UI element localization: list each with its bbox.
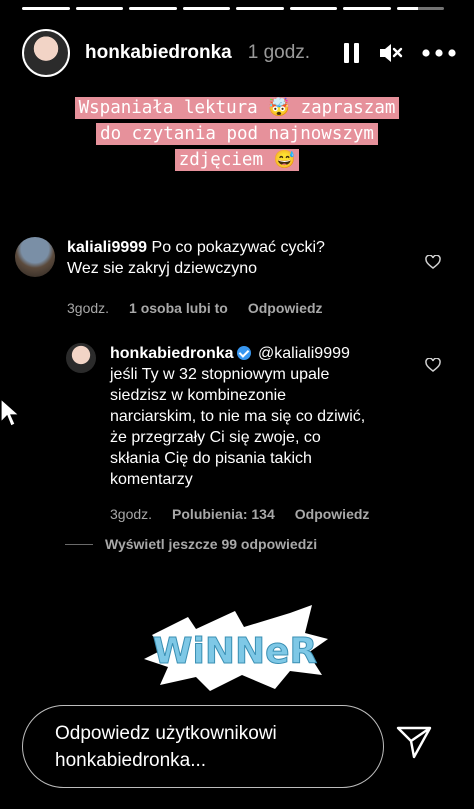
progress-segment-current [396, 7, 444, 10]
reply-placeholder: Odpowiedz użytkownikowi [55, 723, 277, 744]
view-more-replies[interactable]: Wyświetl jeszcze 99 odpowiedzi [65, 536, 317, 552]
avatar[interactable] [22, 29, 70, 77]
reply-comment: honkabiedronka @kaliali9999 jeśli Ty w 3… [66, 343, 369, 525]
mute-icon[interactable] [378, 42, 404, 64]
comment-likes[interactable]: 1 osoba lubi to [129, 298, 228, 319]
reply-mention[interactable]: @kaliali9999 [258, 345, 350, 362]
progress-segment [343, 7, 391, 10]
progress-segment [236, 7, 284, 10]
comment-meta: 3godz. 1 osoba lubi to Odpowiedz [67, 298, 325, 319]
reply-reply-button[interactable]: Odpowiedz [295, 504, 370, 525]
reply-likes[interactable]: Polubienia: 134 [172, 504, 275, 525]
progress-segment [182, 7, 230, 10]
header-controls [344, 42, 456, 64]
reply-text: że przegrzały Ci się zwoje, co [110, 429, 321, 446]
comment-text: Po co pokazywać cycki? [151, 239, 325, 256]
progress-segment [129, 7, 177, 10]
story-caption: Wspaniała lektura 🤯 zapraszam do czytani… [0, 95, 474, 173]
progress-segment [22, 7, 70, 10]
comment-username[interactable]: kaliali9999 [67, 239, 147, 256]
view-more-replies-label[interactable]: Wyświetl jeszcze 99 odpowiedzi [105, 536, 317, 552]
reply-text: komentarzy [110, 471, 193, 488]
progress-segment [289, 7, 337, 10]
sticker-text: WiNNeR [153, 631, 317, 672]
progress-segment [75, 7, 123, 10]
story-progress [22, 7, 444, 10]
comment-text: Wez sie zakryj dziewczyno [67, 260, 257, 277]
pause-icon[interactable] [344, 43, 360, 63]
reply-placeholder: honkabiedronka... [55, 750, 207, 771]
divider [65, 543, 93, 545]
reply-meta: 3godz. Polubienia: 134 Odpowiedz [110, 504, 369, 525]
comment-reply-button[interactable]: Odpowiedz [248, 298, 323, 319]
story-time: 1 godz. [247, 42, 311, 63]
caption-line: Wspaniała lektura 🤯 zapraszam [74, 97, 400, 119]
caption-line: do czytania pod najnowszym [96, 123, 378, 145]
heart-icon[interactable] [425, 254, 441, 274]
story-username[interactable]: honkabiedronka [85, 42, 232, 64]
comment-body: kaliali9999 Po co pokazywać cycki? Wez s… [67, 237, 325, 319]
reply-body: honkabiedronka @kaliali9999 jeśli Ty w 3… [110, 343, 369, 525]
comment-time: 3godz. [67, 300, 110, 316]
winner-sticker: WiNNeR [140, 603, 330, 693]
reply-username[interactable]: honkabiedronka [110, 345, 234, 362]
send-icon[interactable] [395, 724, 433, 765]
reply-time: 3godz. [110, 506, 153, 522]
heart-icon[interactable] [425, 357, 441, 377]
verified-icon [236, 346, 251, 360]
caption-line: zdjęciem 😅 [174, 149, 300, 171]
reply-text: skłania Cię do pisania takich [110, 450, 312, 467]
comment: kaliali9999 Po co pokazywać cycki? Wez s… [15, 237, 325, 319]
more-icon[interactable] [422, 49, 456, 57]
reply-input[interactable]: Odpowiedz użytkownikowi honkabiedronka..… [22, 705, 384, 788]
comment-avatar[interactable] [15, 237, 55, 277]
cursor-icon [0, 397, 21, 433]
reply-text: jeśli Ty w 32 stopniowym upale [110, 366, 330, 383]
reply-avatar[interactable] [66, 343, 96, 373]
story-header: honkabiedronka 1 godz. [22, 28, 456, 78]
reply-text: siedzisz w kombinezonie [110, 387, 287, 404]
reply-text: narciarskim, to nie ma się co dziwić, [110, 408, 366, 425]
